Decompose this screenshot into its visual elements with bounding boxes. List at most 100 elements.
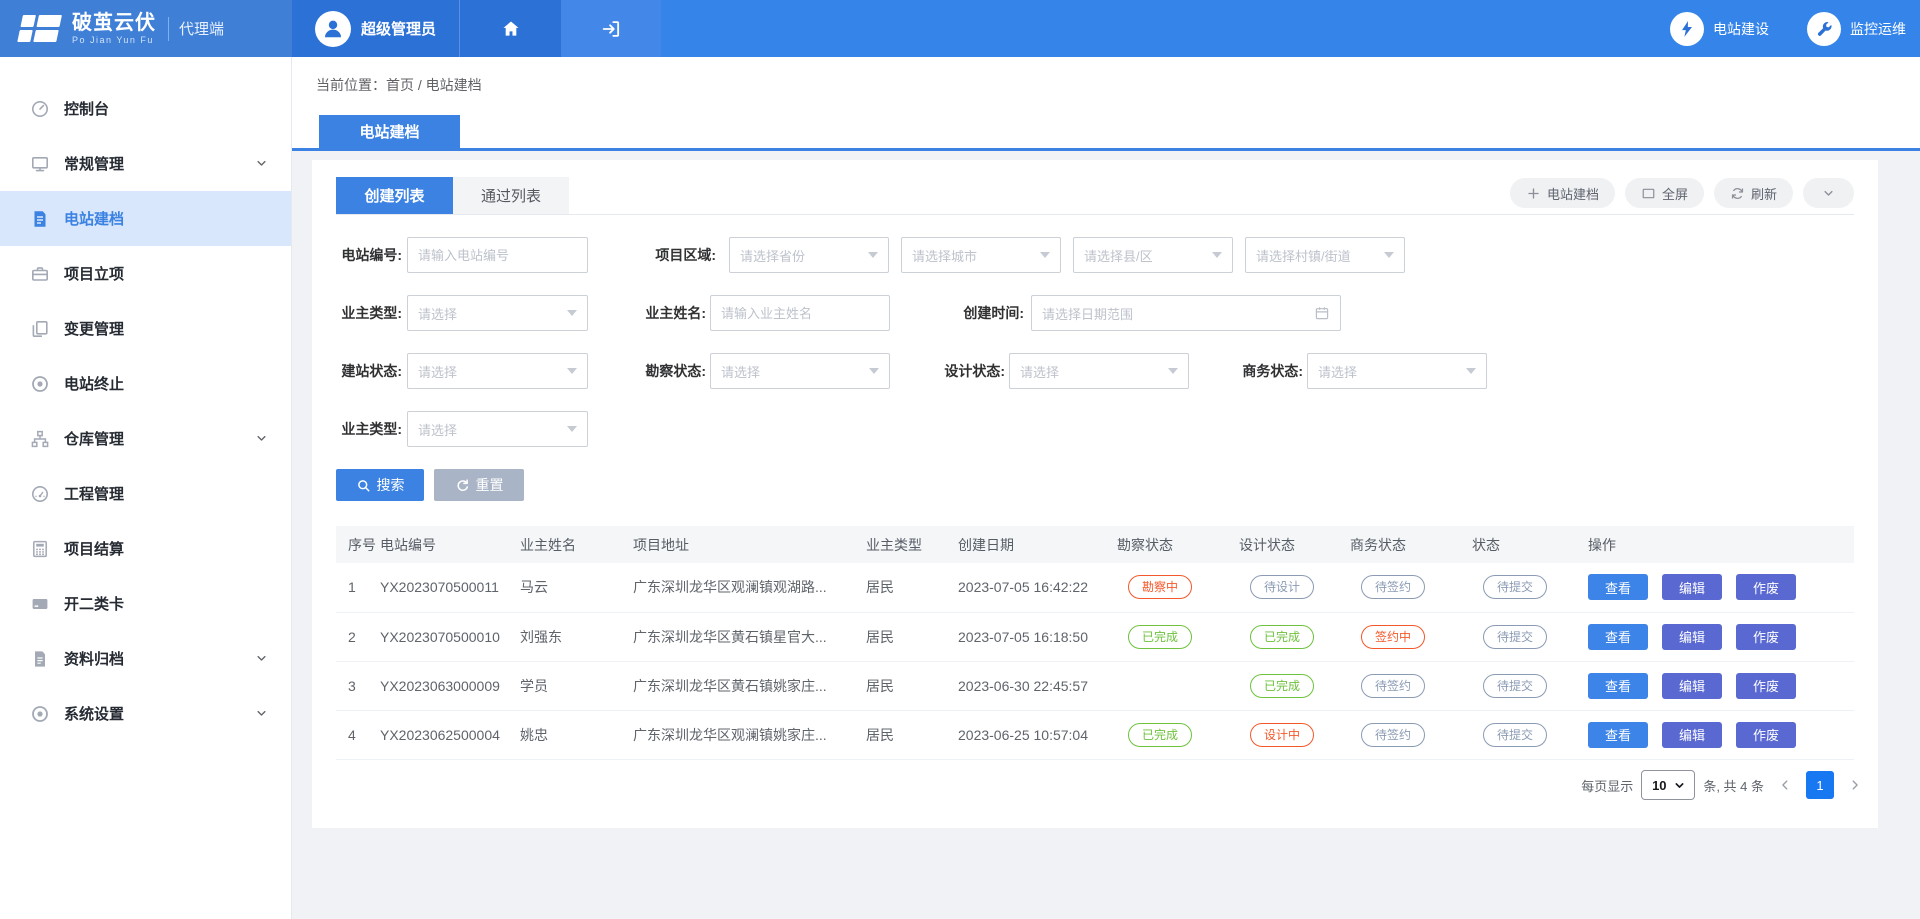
sidebar-item-engineering-mgmt[interactable]: 工程管理: [0, 466, 291, 521]
build-status-label: 建站状态:: [312, 353, 402, 389]
view-button[interactable]: 查看: [1588, 673, 1648, 699]
region-select-4[interactable]: 请选择村镇/街道: [1245, 237, 1405, 273]
build-status-select[interactable]: 请选择: [407, 353, 588, 389]
sidebar-item-project-initiation[interactable]: 项目立项: [0, 246, 291, 301]
sidebar-item-system-settings[interactable]: 系统设置: [0, 686, 291, 741]
actions-cell: 查看编辑作废: [1588, 612, 1854, 661]
survey-status-select[interactable]: 请选择: [710, 353, 890, 389]
owner-name-cell: 刘强东: [520, 612, 633, 661]
header-nav-station-build[interactable]: 电站建设: [1670, 12, 1769, 46]
sidebar-item-type2-card[interactable]: 开二类卡: [0, 576, 291, 631]
view-button[interactable]: 查看: [1588, 722, 1648, 748]
table-column-header: 状态: [1472, 526, 1588, 563]
sidebar-item-warehouse-mgmt[interactable]: 仓库管理: [0, 411, 291, 466]
design-status-pill-cell: 设计中: [1239, 710, 1350, 759]
sidebar-item-console[interactable]: 控制台: [0, 81, 291, 136]
logo-divider: [168, 17, 169, 41]
owner-name-label: 业主姓名:: [616, 295, 706, 331]
caret-down-icon: [1040, 252, 1050, 258]
chevron-down-icon: [1821, 186, 1836, 201]
table-column-header: 电站编号: [380, 526, 520, 563]
row-index: 2: [336, 612, 380, 661]
design-status-pill-cell: 已完成: [1239, 612, 1350, 661]
breadcrumb-prefix: 当前位置：: [316, 77, 386, 93]
design-status-pill: 已完成: [1250, 625, 1314, 649]
design-status-pill-cell: 待设计: [1239, 563, 1350, 612]
card-icon: [30, 594, 50, 614]
edit-button[interactable]: 编辑: [1662, 673, 1722, 699]
page-number-1[interactable]: 1: [1806, 771, 1834, 799]
toolbar-fullscreen-button[interactable]: 全屏: [1625, 178, 1704, 208]
caret-down-icon: [868, 252, 878, 258]
sidebar-item-station-termination[interactable]: 电站终止: [0, 356, 291, 411]
next-page-button[interactable]: [1842, 772, 1868, 798]
created-date-cell: 2023-07-05 16:42:22: [958, 563, 1117, 612]
tab-create-list[interactable]: 创建列表: [336, 177, 453, 214]
edit-button[interactable]: 编辑: [1662, 722, 1722, 748]
home-button[interactable]: [459, 0, 561, 57]
page-tab-station-filing[interactable]: 电站建档: [319, 115, 460, 148]
sidebar-item-label: 资料归档: [64, 648, 124, 669]
table-column-header: 项目地址: [633, 526, 866, 563]
toolbar-refresh-button[interactable]: 刷新: [1714, 178, 1793, 208]
sidebar-item-label: 工程管理: [64, 483, 124, 504]
sidebar: 控制台常规管理电站建档项目立项变更管理电站终止仓库管理工程管理项目结算开二类卡资…: [0, 57, 292, 919]
business-status-select[interactable]: 请选择: [1307, 353, 1487, 389]
toolbar-add-station-button[interactable]: 电站建档: [1510, 178, 1615, 208]
search-button[interactable]: 搜索: [336, 469, 424, 501]
sidebar-item-project-settlement[interactable]: 项目结算: [0, 521, 291, 576]
region-select-1[interactable]: 请选择省份: [729, 237, 889, 273]
design-status-select[interactable]: 请选择: [1009, 353, 1189, 389]
owner-type-select[interactable]: 请选择: [407, 295, 588, 331]
breadcrumb-path: 首页 / 电站建档: [386, 77, 482, 93]
table-column-header: 操作: [1588, 526, 1854, 563]
owner-type2-select[interactable]: 请选择: [407, 411, 588, 447]
table-column-header: 商务状态: [1350, 526, 1472, 563]
address-cell: 广东深圳龙华区黄石镇星官大...: [633, 612, 866, 661]
caret-down-icon: [567, 368, 577, 374]
owner-type-cell: 居民: [866, 710, 958, 759]
view-button[interactable]: 查看: [1588, 574, 1648, 600]
void-button[interactable]: 作废: [1736, 722, 1796, 748]
region-select-3[interactable]: 请选择县/区: [1073, 237, 1233, 273]
date-range-input[interactable]: 请选择日期范围: [1031, 295, 1341, 331]
row-index: 4: [336, 710, 380, 759]
sidebar-item-general-mgmt[interactable]: 常规管理: [0, 136, 291, 191]
business-status-label: 商务状态:: [1213, 353, 1303, 389]
created-date-cell: 2023-06-30 22:45:57: [958, 661, 1117, 710]
caret-down-icon: [1212, 252, 1222, 258]
sitemap-icon: [30, 429, 50, 449]
caret-down-icon: [869, 368, 879, 374]
sidebar-item-data-archive[interactable]: 资料归档: [0, 631, 291, 686]
owner-type-cell: 居民: [866, 661, 958, 710]
caret-down-icon: [1466, 368, 1476, 374]
logo-title: 破茧云伏: [72, 13, 156, 33]
header-nav-monitor-ops[interactable]: 监控运维: [1807, 12, 1906, 46]
toolbar-collapse-button[interactable]: [1803, 178, 1854, 208]
prev-page-button[interactable]: [1772, 772, 1798, 798]
edit-button[interactable]: 编辑: [1662, 574, 1722, 600]
per-page-select[interactable]: 10: [1641, 770, 1695, 800]
void-button[interactable]: 作废: [1736, 624, 1796, 650]
station-no-input[interactable]: [407, 237, 588, 273]
owner-name-input[interactable]: [710, 295, 890, 331]
header-nav: 电站建设 监控运维: [1670, 0, 1906, 57]
user-menu[interactable]: 超级管理员: [292, 0, 459, 57]
void-button[interactable]: 作废: [1736, 673, 1796, 699]
table-row: 4YX2023062500004姚忠广东深圳龙华区观澜镇姚家庄...居民2023…: [336, 710, 1854, 759]
sidebar-item-change-mgmt[interactable]: 变更管理: [0, 301, 291, 356]
sidebar-item-station-filing[interactable]: 电站建档: [0, 191, 291, 246]
view-button[interactable]: 查看: [1588, 624, 1648, 650]
void-button[interactable]: 作废: [1736, 574, 1796, 600]
reset-button[interactable]: 重置: [434, 469, 524, 501]
tab-passed-list[interactable]: 通过列表: [453, 177, 569, 214]
logout-button[interactable]: [561, 0, 661, 57]
calendar-icon: [1314, 305, 1330, 321]
edit-button[interactable]: 编辑: [1662, 624, 1722, 650]
table-row: 3YX2023063000009学员广东深圳龙华区黄石镇姚家庄...居民2023…: [336, 661, 1854, 710]
search-icon: [356, 478, 371, 493]
region-select-2[interactable]: 请选择城市: [901, 237, 1061, 273]
actions-cell: 查看编辑作废: [1588, 563, 1854, 612]
reset-icon: [455, 478, 470, 493]
status-pill: 待提交: [1483, 723, 1547, 747]
